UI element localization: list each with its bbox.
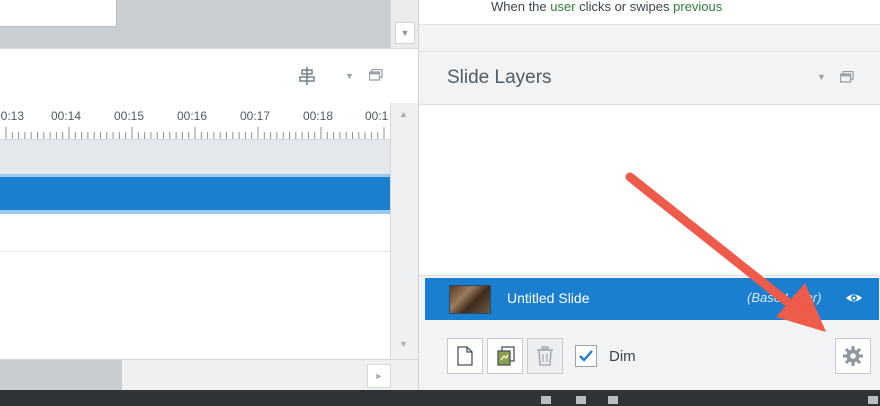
trash-icon xyxy=(537,346,553,366)
panel-title: Slide Layers xyxy=(447,67,552,88)
trigger-item[interactable]: When the user clicks or swipes previous xyxy=(491,0,722,14)
timeline-pane: ▼ ▼ 00:13 00:14 00:15 00:16 00:17 00:18 … xyxy=(0,0,419,390)
view-icon[interactable] xyxy=(576,396,586,404)
layers-list xyxy=(419,105,880,276)
gear-icon xyxy=(843,346,863,366)
layer-name: Untitled Slide xyxy=(507,290,590,306)
align-center-icon[interactable] xyxy=(297,66,317,86)
trigger-link-previous[interactable]: previous xyxy=(673,0,722,14)
tick-label: 00:18 xyxy=(303,109,334,123)
tick-label: 00:16 xyxy=(177,109,208,123)
scroll-down-button[interactable]: ▼ xyxy=(395,22,415,44)
timeline-row-selected[interactable] xyxy=(0,177,390,210)
scroll-right-button[interactable]: ► xyxy=(367,364,391,388)
duplicate-layer-button[interactable] xyxy=(487,338,523,374)
dim-checkbox[interactable] xyxy=(575,345,597,367)
dim-label: Dim xyxy=(609,348,636,365)
slide-thumbnail xyxy=(449,285,491,314)
timeline-ruler[interactable]: 00:13 00:14 00:15 00:16 00:17 00:18 00:1 xyxy=(0,103,390,140)
view-icon[interactable] xyxy=(868,396,878,404)
timeline-row[interactable] xyxy=(0,140,390,175)
timeline-vertical-scrollbar[interactable]: ▲ ▼ xyxy=(390,103,419,359)
float-panel-icon[interactable] xyxy=(368,68,383,81)
tick-label: 00:17 xyxy=(240,109,271,123)
layer-tag: (Base Layer) xyxy=(747,290,822,305)
new-layer-button[interactable] xyxy=(447,338,483,374)
tick-label: 00:14 xyxy=(51,109,82,123)
ruler-ticks xyxy=(5,127,385,139)
panel-menu-dropdown-icon[interactable]: ▼ xyxy=(817,72,826,82)
float-panel-icon[interactable] xyxy=(839,70,854,83)
timeline-horizontal-scrollbar[interactable]: ► xyxy=(0,359,418,390)
panel-divider xyxy=(419,25,880,52)
view-icon[interactable] xyxy=(608,396,618,404)
new-layer-icon xyxy=(457,346,473,366)
trigger-link-user[interactable]: user xyxy=(550,0,575,14)
layer-row-base[interactable]: Untitled Slide (Base Layer) xyxy=(425,278,879,320)
panel-menu-dropdown-icon[interactable]: ▼ xyxy=(345,71,354,81)
duplicate-layer-icon xyxy=(497,346,515,366)
scroll-up-icon[interactable]: ▲ xyxy=(399,109,408,119)
right-panel: When the user clicks or swipes previous … xyxy=(418,0,880,390)
timeline-header: ▼ xyxy=(0,48,418,104)
slide-canvas-corner xyxy=(0,0,117,27)
triggers-list: When the user clicks or swipes previous xyxy=(419,0,880,25)
tick-label: 00:13 xyxy=(0,109,25,123)
tick-label: 00:15 xyxy=(114,109,145,123)
scroll-down-icon[interactable]: ▼ xyxy=(399,339,408,349)
layers-toolbar: Dim xyxy=(419,322,880,390)
trigger-text: clicks or swipes xyxy=(575,0,674,14)
status-bar xyxy=(0,390,880,406)
layer-properties-button[interactable] xyxy=(835,338,871,374)
timeline-row[interactable] xyxy=(0,214,390,252)
scrollbar-thumb[interactable] xyxy=(0,360,122,390)
check-icon xyxy=(579,350,593,362)
eye-icon[interactable] xyxy=(845,290,863,306)
tick-label: 00:1 xyxy=(365,109,389,123)
slide-layers-header: Slide Layers ▼ xyxy=(419,52,880,105)
delete-layer-button[interactable] xyxy=(527,338,563,374)
view-icon[interactable] xyxy=(541,396,551,404)
trigger-text: When the xyxy=(491,0,551,14)
